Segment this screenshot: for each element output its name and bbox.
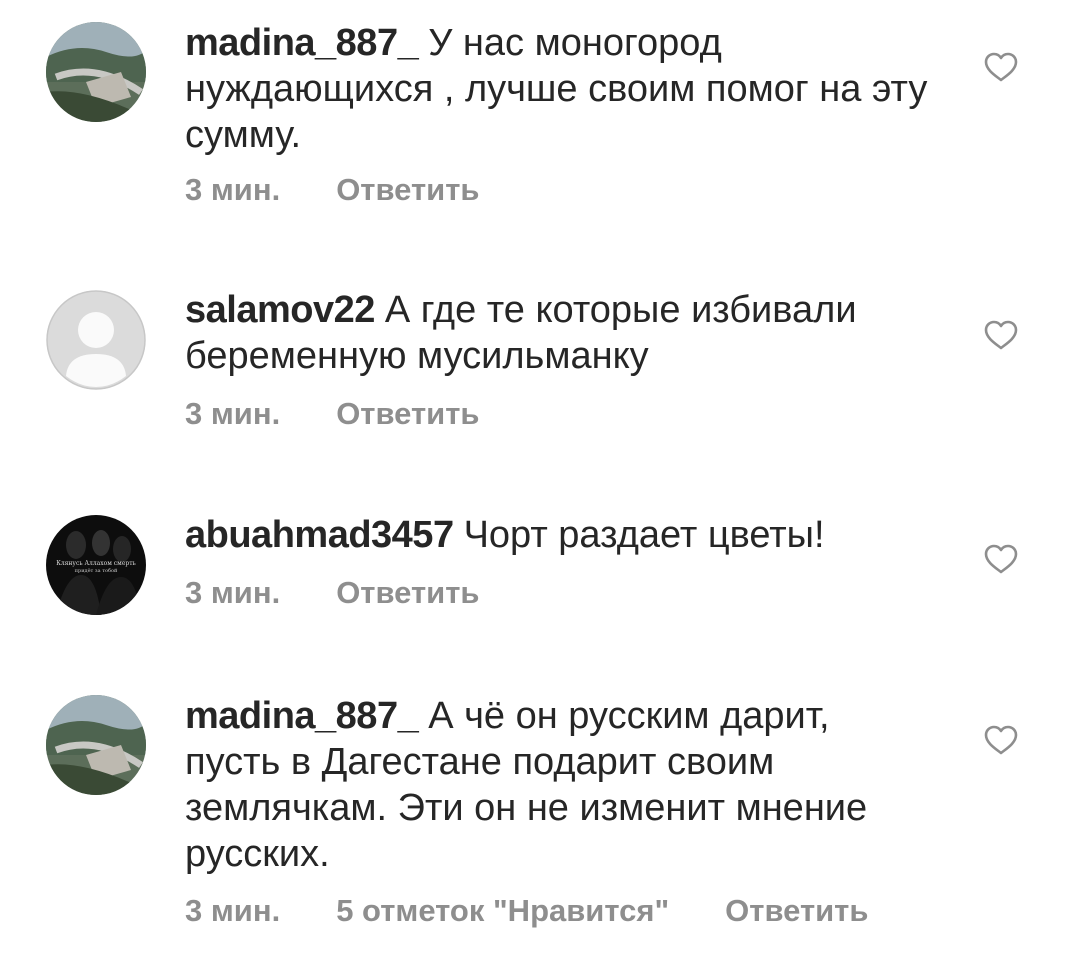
comment-time: 3 мин. bbox=[185, 575, 281, 610]
reply-button[interactable]: Ответить bbox=[336, 396, 479, 431]
comment-meta: 3 мин. Ответить bbox=[185, 575, 535, 611]
reply-button[interactable]: Ответить bbox=[336, 575, 479, 610]
comment-username[interactable]: abuahmad3457 bbox=[185, 514, 454, 556]
like-button[interactable] bbox=[984, 725, 1018, 755]
comment-body: abuahmad3457 Чорт раздает цветы! bbox=[185, 512, 930, 558]
reply-button[interactable]: Ответить bbox=[725, 893, 868, 928]
comment-username[interactable]: salamov22 bbox=[185, 289, 375, 331]
avatar[interactable] bbox=[46, 290, 146, 390]
default-user-icon bbox=[46, 290, 146, 390]
comment-meta: 3 мин. 5 отметок "Нравится" Ответить bbox=[185, 893, 924, 929]
avatar[interactable] bbox=[46, 695, 146, 795]
comment-meta: 3 мин. Ответить bbox=[185, 172, 535, 208]
avatar-caption: Клянусь Аллахом смерть bbox=[56, 560, 136, 567]
avatar[interactable] bbox=[46, 22, 146, 122]
comment-username[interactable]: madina_887_ bbox=[185, 22, 419, 64]
like-button[interactable] bbox=[984, 52, 1018, 82]
comment-meta: 3 мин. Ответить bbox=[185, 396, 535, 432]
comment-text: Чорт раздает цветы! bbox=[463, 514, 825, 556]
like-button[interactable] bbox=[984, 320, 1018, 350]
comment-time: 3 мин. bbox=[185, 893, 281, 928]
heart-icon bbox=[984, 725, 1018, 755]
reply-button[interactable]: Ответить bbox=[336, 172, 479, 207]
like-button[interactable] bbox=[984, 544, 1018, 574]
mountain-road-photo-icon bbox=[46, 695, 146, 795]
avatar[interactable]: Клянусь Аллахом смерть придёт за тобой bbox=[46, 515, 146, 615]
heart-icon bbox=[984, 52, 1018, 82]
mountain-road-photo-icon bbox=[46, 22, 146, 122]
avatar-caption: придёт за тобой bbox=[75, 567, 118, 574]
dark-photo-icon: Клянусь Аллахом смерть придёт за тобой bbox=[46, 515, 146, 615]
comment-body: madina_887_ У нас моногород нуждающихся ,… bbox=[185, 20, 930, 158]
comment-body: madina_887_ А чё он русским дарит, пусть … bbox=[185, 693, 930, 877]
comment-body: salamov22 А где те которые избивали берем… bbox=[185, 287, 930, 379]
comment-time: 3 мин. bbox=[185, 172, 281, 207]
comment-time: 3 мин. bbox=[185, 396, 281, 431]
heart-icon bbox=[984, 544, 1018, 574]
comment-username[interactable]: madina_887_ bbox=[185, 695, 419, 737]
likes-count-button[interactable]: 5 отметок "Нравится" bbox=[336, 893, 669, 928]
heart-icon bbox=[984, 320, 1018, 350]
